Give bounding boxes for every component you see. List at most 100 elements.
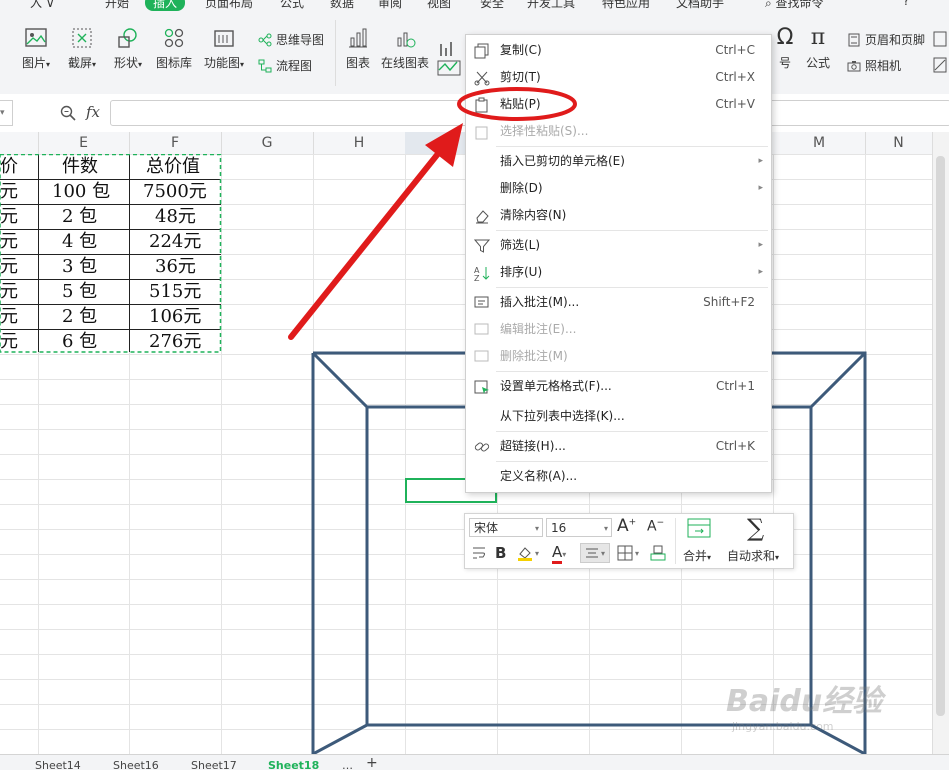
tab-quick-access[interactable]: 入 ∨	[30, 0, 55, 11]
font-select[interactable]: 宋体 ▾	[469, 518, 543, 537]
format-painter-icon[interactable]	[650, 545, 666, 561]
menu-item-insert-cut-cells[interactable]: 插入已剪切的单元格(E) ▸	[466, 148, 771, 175]
tab-page-layout[interactable]: 页面布局	[205, 0, 253, 11]
menu-item-delete[interactable]: 删除(D) ▸	[466, 175, 771, 202]
symbol-button[interactable]: Ω 号	[770, 26, 800, 71]
sheet-tab-bar: Sheet14 Sheet16 Sheet17 Sheet18 … +	[0, 754, 949, 770]
bold-button[interactable]: B	[495, 544, 506, 562]
picture-button[interactable]: 图片▾	[16, 26, 56, 71]
link-icon	[474, 442, 490, 452]
tab-formulas[interactable]: 公式	[280, 0, 304, 11]
camera-label: 照相机	[865, 59, 902, 73]
symbol-label: 号	[778, 56, 791, 70]
sigma-icon[interactable]: ∑	[747, 514, 764, 542]
screenshot-button[interactable]: 截屏▾	[62, 26, 102, 71]
header-footer-label: 页眉和页脚	[865, 33, 926, 47]
camera-button[interactable]: 照相机	[847, 57, 901, 74]
vertical-scrollbar[interactable]	[932, 132, 949, 754]
tab-special[interactable]: 特色应用	[602, 0, 650, 11]
tab-view[interactable]: 视图	[427, 0, 451, 11]
borders-icon[interactable]: ▾	[617, 545, 643, 561]
svg-text:Z: Z	[474, 274, 480, 281]
menu-item-clear-contents[interactable]: 清除内容(N)	[466, 202, 771, 229]
function-chart-button[interactable]: 功能图▾	[201, 26, 247, 71]
autosum-label[interactable]: 自动求和▾	[727, 547, 779, 564]
tab-review[interactable]: 审阅	[378, 0, 402, 11]
menu-item-sort[interactable]: AZ 排序(U) ▸	[466, 259, 771, 286]
eraser-icon	[476, 210, 489, 224]
mini-divider	[675, 518, 676, 564]
chevron-down-icon: ▾	[534, 524, 539, 533]
menu-separator	[496, 146, 768, 147]
fx-icon[interactable]: fx	[86, 103, 100, 121]
comment-add-icon	[474, 296, 489, 308]
name-box-dropdown[interactable]: ▾	[0, 100, 13, 126]
column-header-e[interactable]: E	[38, 132, 130, 154]
column-header-n[interactable]: N	[865, 132, 933, 154]
menu-item-define-name[interactable]: 定义名称(A)...	[466, 463, 771, 490]
column-header-f[interactable]: F	[129, 132, 222, 154]
tab-insert[interactable]: 插入	[145, 0, 186, 11]
bar-chart-small-icon[interactable]	[437, 40, 461, 87]
tab-data[interactable]: 数据	[330, 0, 354, 11]
align-button[interactable]: ▾	[580, 543, 610, 563]
sheet-tab[interactable]: Sheet17	[191, 759, 237, 770]
tab-home[interactable]: 开始	[105, 0, 129, 11]
menu-item-filter[interactable]: 筛选(L) ▸	[466, 232, 771, 259]
menu-item-pick-from-list[interactable]: 从下拉列表中选择(K)...	[466, 403, 771, 430]
sheet-tab-active[interactable]: Sheet18	[268, 759, 319, 770]
flowchart-button[interactable]: 流程图	[258, 57, 312, 74]
paste-special-icon	[475, 126, 488, 140]
add-sheet-icon[interactable]: +	[366, 755, 378, 770]
shapes-label: 形状	[113, 56, 138, 70]
menu-item-label: 复制(C)	[500, 43, 542, 57]
more-sheets-icon[interactable]: …	[342, 759, 353, 770]
formula-button[interactable]: π 公式	[803, 26, 833, 71]
ribbon-divider	[335, 20, 336, 86]
search-command[interactable]: ⌕ 查找命令	[765, 0, 824, 11]
tab-doc-assistant[interactable]: 文档助手	[676, 0, 724, 11]
online-chart-button[interactable]: 在线图表	[380, 26, 430, 71]
mind-map-button[interactable]: 思维导图	[258, 31, 324, 48]
menu-item-insert-comment[interactable]: 插入批注(M)... Shift+F2	[466, 289, 771, 316]
icon-library-button[interactable]: 图标库	[154, 26, 194, 71]
scrollbar-thumb[interactable]	[936, 156, 945, 716]
sheet-tab[interactable]: Sheet14	[35, 759, 81, 770]
shapes-button[interactable]: 形状▾	[108, 26, 148, 71]
menu-item-label: 删除批注(M)	[500, 349, 568, 363]
menu-item-copy[interactable]: 复制(C) Ctrl+C	[466, 37, 771, 64]
column-header-d[interactable]	[0, 132, 39, 154]
sheet-tab[interactable]: Sheet16	[113, 759, 159, 770]
online-chart-label: 在线图表	[380, 56, 429, 70]
shapes-icon	[118, 28, 137, 48]
menu-item-label: 编辑批注(E)...	[500, 322, 577, 336]
shrink-font-button[interactable]: A−	[647, 518, 664, 535]
menu-item-label: 插入批注(M)...	[500, 295, 580, 309]
merge-button[interactable]	[686, 518, 712, 541]
fill-color-icon[interactable]: ▾	[517, 545, 543, 561]
filter-icon	[474, 239, 490, 253]
pi-icon: π	[810, 25, 826, 50]
header-footer-button[interactable]: 页眉和页脚	[847, 31, 925, 48]
chevron-down-icon: ▾	[603, 524, 608, 533]
comment-edit-icon	[474, 323, 489, 335]
annotation-highlight-ellipse	[457, 87, 577, 121]
search-label: 查找命令	[775, 0, 824, 10]
menu-item-edit-comment: 编辑批注(E)...	[466, 316, 771, 343]
help-button[interactable]: ?	[903, 0, 909, 8]
wrap-text-icon[interactable]	[471, 545, 487, 561]
zoom-icon[interactable]	[60, 105, 76, 121]
chart-button[interactable]: 图表	[343, 26, 373, 71]
tab-developer[interactable]: 开发工具	[527, 0, 575, 11]
chart-icon	[349, 28, 367, 48]
column-header-m[interactable]: M	[773, 132, 866, 154]
font-color-button[interactable]: A▾	[552, 543, 566, 564]
sort-icon: AZ	[474, 266, 490, 281]
more-ribbon-icon[interactable]	[933, 30, 947, 83]
function-chart-icon	[214, 30, 234, 47]
menu-item-format-cells[interactable]: 设置单元格格式(F)... Ctrl+1	[466, 373, 771, 400]
font-size-select[interactable]: 16 ▾	[546, 518, 612, 537]
tab-security[interactable]: 安全	[480, 0, 504, 11]
grow-font-button[interactable]: A+	[617, 516, 636, 536]
menu-item-hyperlink[interactable]: 超链接(H)... Ctrl+K	[466, 433, 771, 460]
